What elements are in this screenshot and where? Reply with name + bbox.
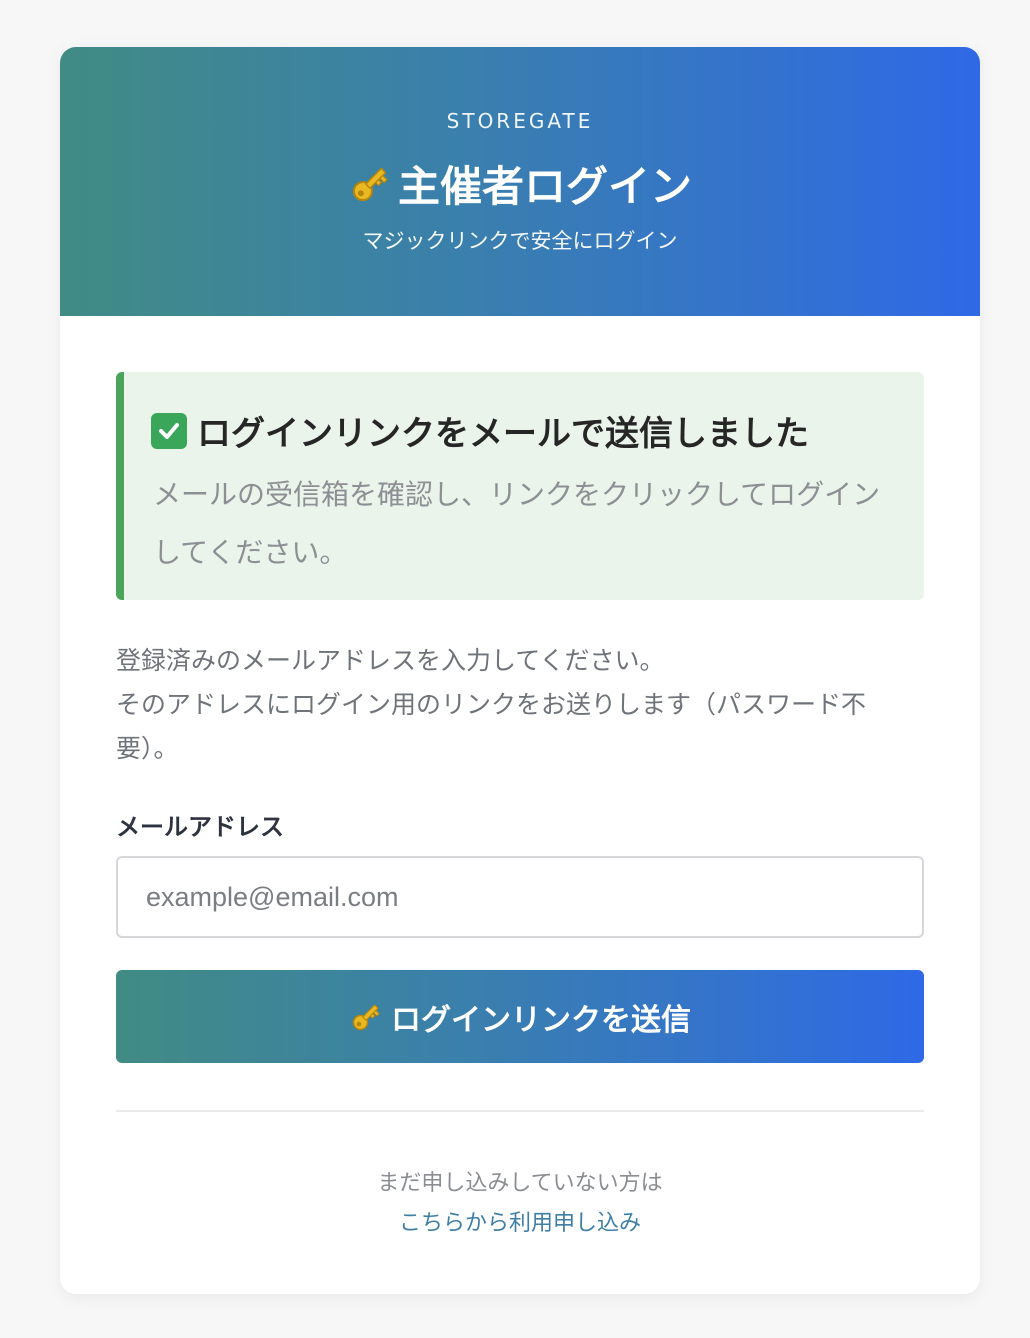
email-label: メールアドレス (116, 813, 284, 841)
login-card: STOREGATE 主催者ログイン マジックリンクで安全にログイン ログインリン… (60, 47, 980, 1294)
signup-prompt: まだ申し込みしていない方は (377, 1171, 663, 1196)
signup-link[interactable]: こちらから利用申し込み (60, 1205, 980, 1237)
alert-title: ログインリンクをメールで送信しました (151, 406, 809, 455)
divider (116, 1110, 924, 1112)
instructions-line-1: 登録済みのメールアドレスを入力してください。 (116, 646, 665, 675)
check-mark-icon (151, 412, 187, 449)
page-title: 主催者ログイン (60, 153, 980, 214)
instructions: 登録済みのメールアドレスを入力してください。 そのアドレスにログイン用のリンクを… (116, 639, 928, 771)
page-subtitle: マジックリンクで安全にログイン (362, 229, 678, 253)
instructions-line-2: そのアドレスにログイン用のリンクをお送りします（パスワード不要）。 (116, 690, 867, 763)
alert-message: メールの受信箱を確認し、リンクをクリックしてログインしてください。 (153, 478, 881, 569)
send-login-link-label: ログインリンクを送信 (391, 1002, 691, 1038)
send-login-link-button[interactable]: ログインリンクを送信 (116, 970, 924, 1063)
login-header: STOREGATE 主催者ログイン マジックリンクで安全にログイン (60, 47, 980, 316)
success-alert: ログインリンクをメールで送信しました メールの受信箱を確認し、リンクをクリックし… (116, 372, 924, 600)
key-icon (349, 1000, 383, 1034)
alert-title-text: ログインリンクをメールで送信しました (197, 414, 809, 454)
email-input[interactable] (116, 856, 924, 938)
brand-name: STOREGATE (446, 109, 594, 133)
key-icon (348, 162, 392, 206)
page-title-text: 主催者ログイン (397, 162, 692, 211)
